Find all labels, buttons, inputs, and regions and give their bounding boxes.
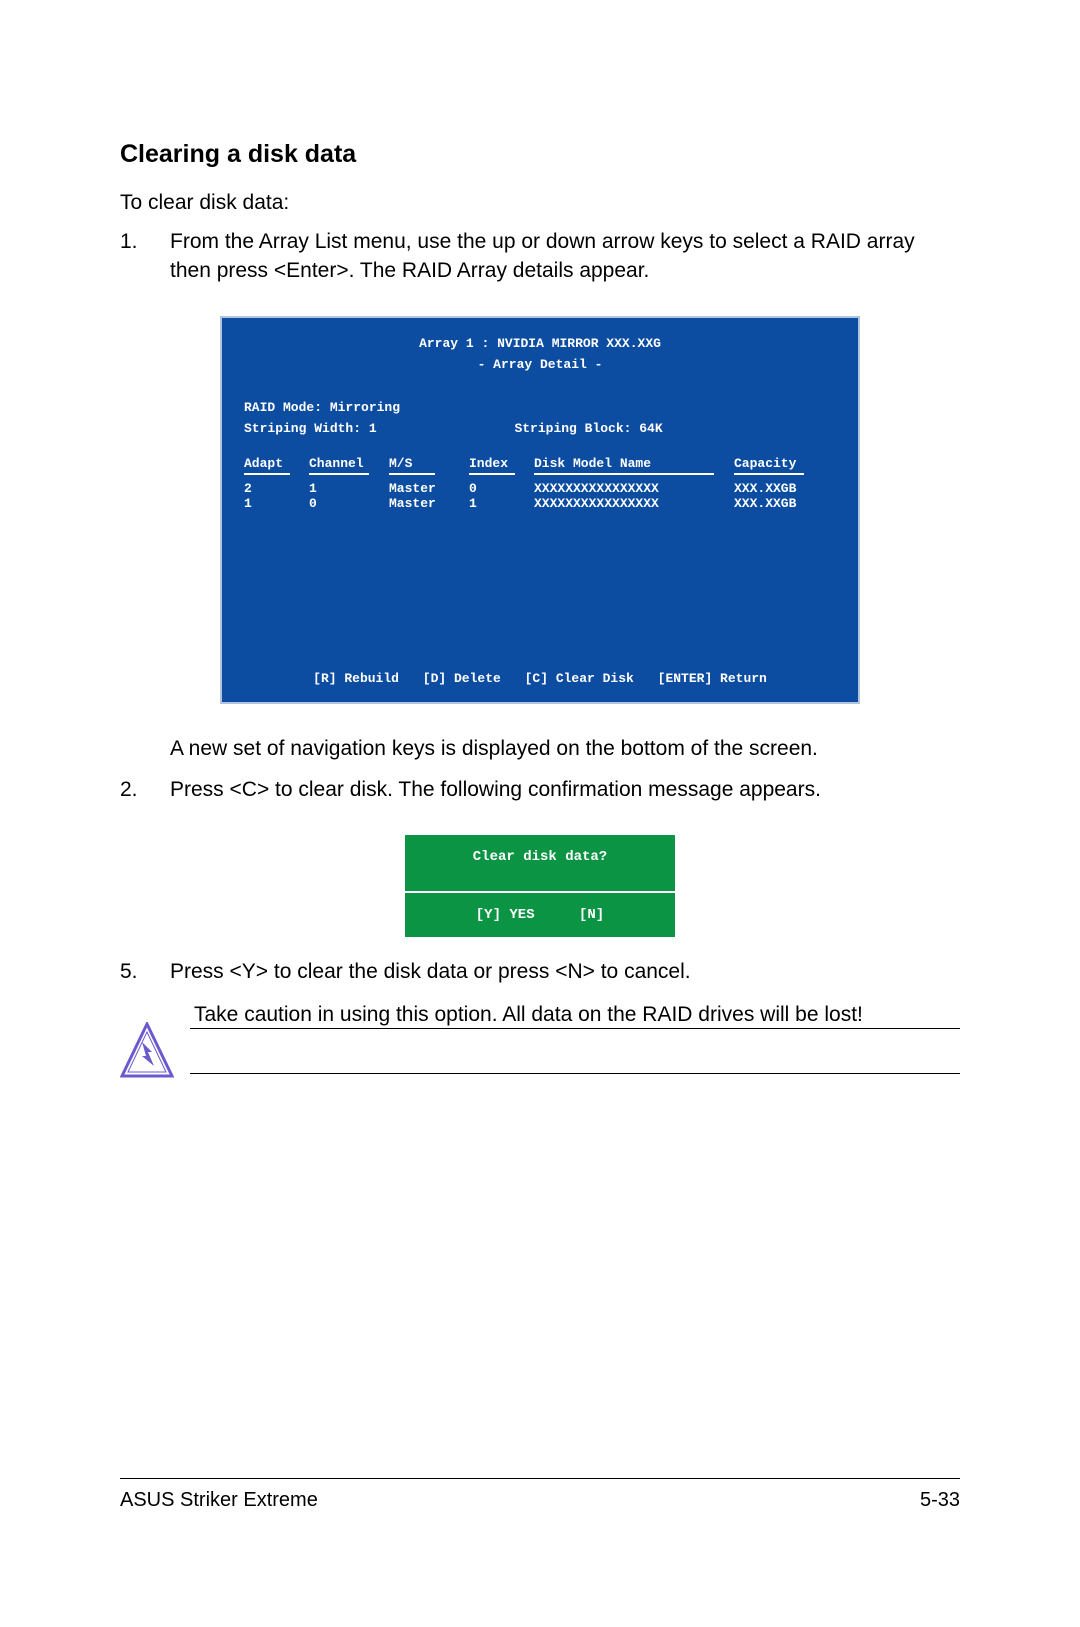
key-delete[interactable]: [D] Delete — [423, 671, 501, 686]
bios-array-title: Array 1 : NVIDIA MIRROR XXX.XXG — [244, 336, 836, 351]
cell-adapt: 2 — [244, 481, 309, 496]
key-rebuild[interactable]: [R] Rebuild — [313, 671, 399, 686]
step-1: 1. From the Array List menu, use the up … — [120, 227, 960, 286]
cell-model: XXXXXXXXXXXXXXXX — [534, 496, 734, 511]
key-return[interactable]: [ENTER] Return — [658, 671, 767, 686]
dialog-options: [Y] YES [N] — [405, 893, 675, 937]
caution-row: Take caution in using this option. All d… — [120, 1022, 960, 1080]
cell-capacity: XXX.XXGB — [734, 496, 824, 511]
section-heading: Clearing a disk data — [120, 140, 960, 169]
bios-raid-mode: RAID Mode: Mirroring — [244, 400, 836, 415]
page-footer: ASUS Striker Extreme 5-33 — [120, 1478, 960, 1512]
table-row: 2 1 Master 0 XXXXXXXXXXXXXXXX XXX.XXGB — [244, 481, 836, 496]
col-capacity: Capacity — [734, 456, 824, 471]
bios-table-header: Adapt Channel M/S Index Disk Model Name … — [244, 456, 836, 471]
cell-ms: Master — [389, 496, 469, 511]
footer-product: ASUS Striker Extreme — [120, 1489, 318, 1512]
col-ms: M/S — [389, 456, 469, 471]
cell-model: XXXXXXXXXXXXXXXX — [534, 481, 734, 496]
cell-index: 1 — [469, 496, 534, 511]
bios-array-detail-panel: Array 1 : NVIDIA MIRROR XXX.XXG - Array … — [220, 316, 860, 704]
cell-ms: Master — [389, 481, 469, 496]
dialog-title: Clear disk data? — [405, 835, 675, 891]
col-model: Disk Model Name — [534, 456, 734, 471]
cell-adapt: 1 — [244, 496, 309, 511]
clear-disk-dialog: Clear disk data? [Y] YES [N] — [405, 835, 675, 937]
caution-text: Take caution in using this option. All d… — [190, 1003, 960, 1027]
after-bios-text: A new set of navigation keys is displaye… — [170, 734, 960, 763]
key-clear[interactable]: [C] Clear Disk — [525, 671, 634, 686]
intro-text: To clear disk data: — [120, 191, 960, 215]
bios-footer-keys: [R] Rebuild [D] Delete [C] Clear Disk [E… — [244, 671, 836, 686]
bios-disk-table: Adapt Channel M/S Index Disk Model Name … — [244, 456, 836, 511]
caution-icon — [120, 1022, 190, 1080]
step-5: 5. Press <Y> to clear the disk data or p… — [120, 957, 960, 986]
col-adapt: Adapt — [244, 456, 309, 471]
col-index: Index — [469, 456, 534, 471]
cell-channel: 1 — [309, 481, 389, 496]
bios-striping-row: Striping Width: 1 Striping Block: 64K — [244, 421, 836, 436]
bios-array-subtitle: - Array Detail - — [244, 357, 836, 372]
step-2-text: Press <C> to clear disk. The following c… — [170, 775, 960, 804]
dialog-no[interactable]: [N] — [579, 907, 604, 923]
table-row: 1 0 Master 1 XXXXXXXXXXXXXXXX XXX.XXGB — [244, 496, 836, 511]
step-1-number: 1. — [120, 227, 170, 286]
step-2-number: 2. — [120, 775, 170, 804]
bios-table-underlines — [244, 473, 836, 475]
cell-capacity: XXX.XXGB — [734, 481, 824, 496]
step-1-text: From the Array List menu, use the up or … — [170, 227, 960, 286]
dialog-yes[interactable]: [Y] YES — [476, 907, 535, 923]
step-5-number: 5. — [120, 957, 170, 986]
step-5-text: Press <Y> to clear the disk data or pres… — [170, 957, 960, 986]
bios-striping-block: Striping Block: 64K — [514, 421, 662, 436]
cell-index: 0 — [469, 481, 534, 496]
bios-striping-width: Striping Width: 1 — [244, 421, 377, 436]
cell-channel: 0 — [309, 496, 389, 511]
step-2: 2. Press <C> to clear disk. The followin… — [120, 775, 960, 804]
footer-page-number: 5-33 — [920, 1489, 960, 1512]
col-channel: Channel — [309, 456, 389, 471]
